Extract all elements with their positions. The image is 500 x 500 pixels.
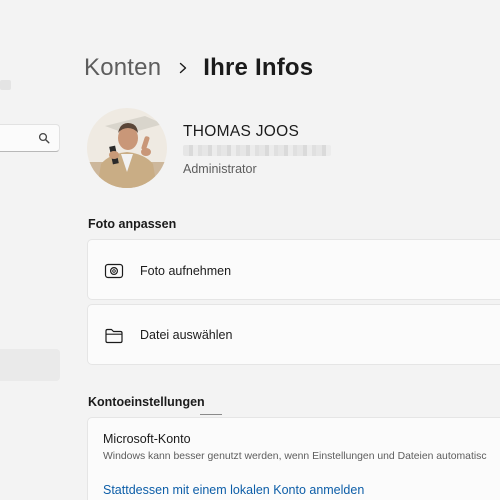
breadcrumb: Konten Ihre Infos [84, 50, 313, 86]
section-title-account-settings: Kontoeinstellungen [88, 395, 205, 409]
divider [200, 414, 222, 415]
breadcrumb-konten[interactable]: Konten [84, 54, 161, 82]
navigation-pane [0, 0, 70, 500]
microsoft-account-description: Windows kann besser genutzt werden, wenn… [103, 451, 487, 462]
page-title: Ihre Infos [203, 54, 314, 81]
microsoft-account-title: Microsoft-Konto [103, 432, 191, 446]
profile-name: THOMAS JOOS [183, 123, 300, 140]
take-photo-label: Foto aufnehmen [140, 264, 232, 278]
nav-item-konten-selected[interactable] [0, 349, 60, 381]
microsoft-account-card: Microsoft-Konto Windows kann besser genu… [87, 417, 500, 500]
avatar [87, 108, 167, 188]
folder-icon [105, 328, 123, 344]
nav-profile-fragment [0, 80, 11, 90]
settings-window: Konten Ihre Infos THOMAS JOOS Administra… [0, 0, 500, 500]
section-title-photo: Foto anpassen [88, 217, 177, 231]
profile-role: Administrator [183, 162, 257, 176]
search-input[interactable] [0, 124, 60, 152]
local-account-link[interactable]: Stattdessen mit einem lokalen Konto anme… [103, 483, 364, 497]
profile-email-redacted [183, 145, 331, 156]
camera-icon [104, 263, 124, 279]
choose-file-card[interactable]: Datei auswählen [87, 304, 500, 365]
search-icon [38, 132, 50, 144]
chevron-right-icon [180, 62, 187, 74]
choose-file-label: Datei auswählen [140, 328, 233, 342]
take-photo-card[interactable]: Foto aufnehmen [87, 239, 500, 300]
